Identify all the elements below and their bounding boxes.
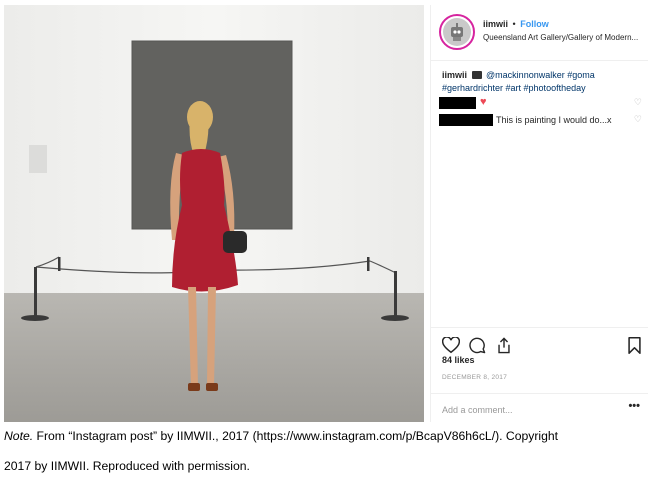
share-upload-icon[interactable] bbox=[496, 337, 512, 359]
redacted-username bbox=[439, 114, 493, 126]
red-heart-icon: ♥ bbox=[480, 96, 487, 108]
note-text-line2: 2017 by IIMWII. Reproduced with permissi… bbox=[4, 459, 250, 473]
camera-emoji-icon bbox=[471, 71, 482, 79]
more-options-icon[interactable]: ••• bbox=[628, 400, 640, 412]
likes-count[interactable]: 84 likes bbox=[442, 355, 475, 365]
figure-note: Note. From “Instagram post” by IIMWII., … bbox=[4, 429, 649, 443]
caption: iimwii @mackinnonwalker #goma #gerhardri… bbox=[442, 69, 638, 95]
username-link[interactable]: iimwii bbox=[483, 19, 508, 29]
location-link[interactable]: Queensland Art Gallery/Gallery of Modern… bbox=[483, 33, 638, 42]
follow-button[interactable]: Follow bbox=[520, 19, 549, 29]
caption-username[interactable]: iimwii bbox=[442, 70, 467, 80]
separator-dot: • bbox=[512, 19, 516, 29]
post-side-panel: iimwii • Follow Queensland Art Gallery/G… bbox=[430, 5, 648, 422]
caption-hashtags[interactable]: #gerhardrichter #art #photooftheday bbox=[442, 83, 586, 93]
comment-like-icon[interactable]: ♡ bbox=[634, 114, 642, 125]
header-line: iimwii • Follow bbox=[483, 19, 549, 29]
caption-mention[interactable]: @mackinnonwalker #goma bbox=[486, 70, 595, 80]
note-text-line1: From “Instagram post” by IIMWII., 2017 (… bbox=[33, 429, 559, 443]
post-date: DECEMBER 8, 2017 bbox=[442, 374, 508, 381]
add-comment-bar: Add a comment... ••• bbox=[431, 393, 648, 422]
comment-row: This is painting I would do...x ♡ bbox=[439, 114, 644, 126]
post-photo[interactable] bbox=[4, 5, 424, 422]
gallery-photo-illustration bbox=[4, 5, 424, 422]
post-header: iimwii • Follow Queensland Art Gallery/G… bbox=[431, 5, 648, 61]
comment-row: ♥ ♡ bbox=[439, 96, 644, 109]
comment-like-icon[interactable]: ♡ bbox=[634, 97, 642, 108]
redacted-username bbox=[439, 97, 476, 109]
avatar[interactable] bbox=[439, 14, 475, 50]
comment-text: This is painting I would do...x bbox=[496, 115, 612, 125]
action-bar bbox=[431, 327, 648, 354]
add-comment-input[interactable]: Add a comment... bbox=[442, 405, 513, 415]
avatar-robot-icon bbox=[443, 18, 471, 46]
bookmark-icon[interactable] bbox=[628, 337, 641, 359]
note-label: Note. bbox=[4, 429, 34, 443]
